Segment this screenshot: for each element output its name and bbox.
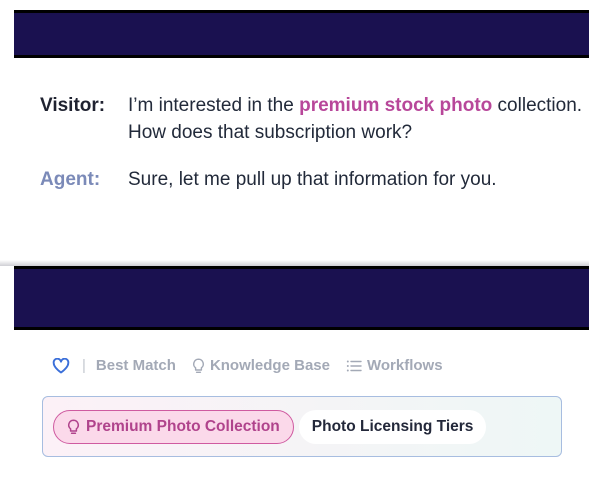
tab-label: Workflows: [366, 357, 443, 374]
visitor-text: I’m interested in the premium stock phot…: [128, 92, 585, 146]
visitor-label: Visitor:: [40, 95, 106, 116]
tab-separator: |: [82, 357, 86, 374]
tab-workflows[interactable]: Workflows: [346, 357, 443, 374]
agent-label: Agent:: [40, 169, 101, 190]
tab-best-match[interactable]: Best Match: [96, 357, 176, 374]
highlighted-keyword: premium stock photo: [299, 95, 493, 116]
lightbulb-icon: [68, 418, 79, 434]
list-icon: [346, 360, 362, 371]
result-tabs: | Best Match Knowledge Base Workflows: [52, 357, 443, 374]
visitor-text-prefix: I’m interested in the: [128, 95, 300, 116]
tab-label: Best Match: [95, 357, 176, 374]
suggestion-chip-premium-photo-collection[interactable]: Premium Photo Collection: [53, 409, 294, 444]
header-band: [14, 10, 589, 58]
chip-label: Premium Photo Collection: [86, 417, 280, 435]
tab-label: Knowledge Base: [209, 357, 330, 374]
suggestion-panel: Premium Photo Collection Photo Licensing…: [42, 396, 562, 457]
agent-text: Sure, let me pull up that information fo…: [128, 169, 497, 190]
chat-transcript: Visitor: I’m interested in the premium s…: [40, 92, 585, 193]
divider-band: [0, 260, 589, 330]
heart-icon[interactable]: [52, 357, 70, 374]
lightbulb-icon: [193, 358, 204, 373]
chip-label: Photo Licensing Tiers: [311, 417, 474, 435]
tab-knowledge-base[interactable]: Knowledge Base: [192, 357, 330, 374]
suggestion-chip-photo-licensing-tiers[interactable]: Photo Licensing Tiers: [298, 409, 487, 444]
agent-message: Agent: Sure, let me pull up that informa…: [40, 166, 585, 193]
visitor-message: Visitor: I’m interested in the premium s…: [40, 92, 585, 146]
